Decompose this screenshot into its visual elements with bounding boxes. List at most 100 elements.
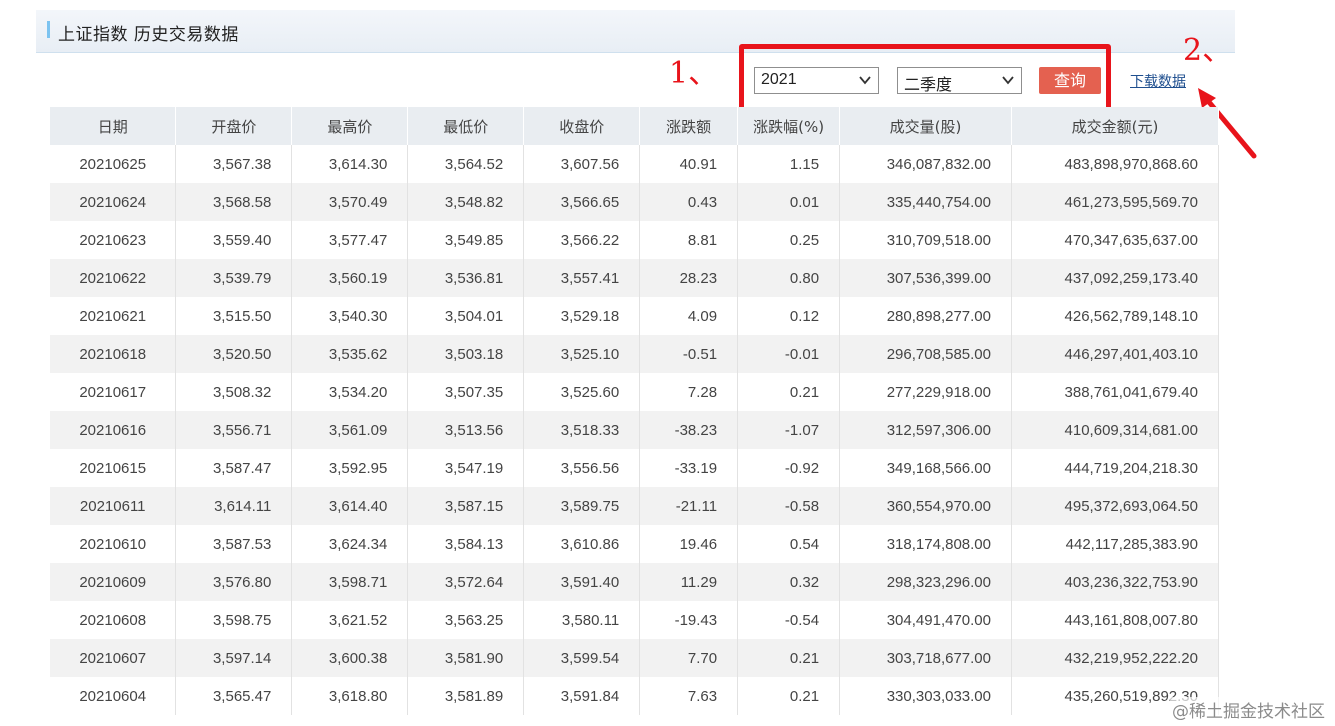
cell-volume: 349,168,566.00: [839, 449, 1012, 487]
cell-amount: 446,297,401,403.10: [1011, 335, 1219, 373]
cell-change: 40.91: [639, 145, 739, 183]
cell-high: 3,534.20: [291, 373, 409, 411]
cell-volume: 318,174,808.00: [839, 525, 1012, 563]
cell-high: 3,561.09: [291, 411, 409, 449]
cell-amount: 432,219,952,222.20: [1011, 639, 1219, 677]
cell-change-pct: 0.01: [737, 183, 841, 221]
cell-change-pct: 0.21: [737, 373, 841, 411]
cell-amount: 410,609,314,681.00: [1011, 411, 1219, 449]
cell-volume: 298,323,296.00: [839, 563, 1012, 601]
cell-date: 20210624: [50, 183, 177, 221]
table-row: 20210621 3,515.50 3,540.30 3,504.01 3,529.18…: [50, 297, 1219, 335]
cell-low: 3,564.52: [407, 145, 525, 183]
table-row: 20210610 3,587.53 3,624.34 3,584.13 3,610.86…: [50, 525, 1219, 563]
cell-date: 20210623: [50, 221, 177, 259]
cell-change: -33.19: [639, 449, 739, 487]
cell-date: 20210609: [50, 563, 177, 601]
cell-amount: 388,761,041,679.40: [1011, 373, 1219, 411]
table-row: 20210608 3,598.75 3,621.52 3,563.25 3,580.11…: [50, 601, 1219, 639]
cell-volume: 346,087,832.00: [839, 145, 1012, 183]
table-row: 20210618 3,520.50 3,535.62 3,503.18 3,525.10…: [50, 335, 1219, 373]
cell-change-pct: 0.25: [737, 221, 841, 259]
cell-high: 3,535.62: [291, 335, 409, 373]
cell-close: 3,607.56: [523, 145, 641, 183]
cell-high: 3,624.34: [291, 525, 409, 563]
cell-low: 3,536.81: [407, 259, 525, 297]
table-row: 20210623 3,559.40 3,577.47 3,549.85 3,566.22…: [50, 221, 1219, 259]
watermark: @稀土掘金技术社区: [1170, 697, 1327, 722]
year-select[interactable]: 2021: [754, 67, 879, 94]
cell-low: 3,563.25: [407, 601, 525, 639]
cell-volume: 307,536,399.00: [839, 259, 1012, 297]
cell-change: 0.43: [639, 183, 739, 221]
cell-change-pct: 0.12: [737, 297, 841, 335]
query-button[interactable]: 查询: [1039, 67, 1101, 94]
trading-history-table: 日期 开盘价 最高价 最低价 收盘价 涨跌额 涨跌幅(%) 成交量(股) 成交金…: [50, 107, 1219, 715]
cell-change: 7.70: [639, 639, 739, 677]
cell-high: 3,621.52: [291, 601, 409, 639]
cell-low: 3,587.15: [407, 487, 525, 525]
cell-volume: 304,491,470.00: [839, 601, 1012, 639]
table-row: 20210615 3,587.47 3,592.95 3,547.19 3,556.56…: [50, 449, 1219, 487]
cell-change-pct: -0.54: [737, 601, 841, 639]
table-header-row: 日期 开盘价 最高价 最低价 收盘价 涨跌额 涨跌幅(%) 成交量(股) 成交金…: [50, 107, 1219, 145]
table-row: 20210609 3,576.80 3,598.71 3,572.64 3,591.40…: [50, 563, 1219, 601]
cell-high: 3,540.30: [291, 297, 409, 335]
cell-volume: 360,554,970.00: [839, 487, 1012, 525]
quarter-select[interactable]: 二季度: [897, 67, 1022, 94]
cell-volume: 312,597,306.00: [839, 411, 1012, 449]
cell-date: 20210611: [50, 487, 177, 525]
cell-date: 20210615: [50, 449, 177, 487]
cell-low: 3,581.90: [407, 639, 525, 677]
cell-change-pct: 0.21: [737, 639, 841, 677]
cell-volume: 310,709,518.00: [839, 221, 1012, 259]
cell-low: 3,507.35: [407, 373, 525, 411]
table-row: 20210607 3,597.14 3,600.38 3,581.90 3,599.54…: [50, 639, 1219, 677]
cell-change: 11.29: [639, 563, 739, 601]
cell-change-pct: -1.07: [737, 411, 841, 449]
cell-close: 3,589.75: [523, 487, 641, 525]
download-data-link[interactable]: 下载数据: [1130, 71, 1186, 91]
cell-low: 3,513.56: [407, 411, 525, 449]
cell-change: 7.63: [639, 677, 739, 715]
column-header-open: 开盘价: [175, 107, 293, 145]
cell-open: 3,520.50: [175, 335, 293, 373]
cell-high: 3,614.40: [291, 487, 409, 525]
cell-close: 3,529.18: [523, 297, 641, 335]
cell-change-pct: 0.54: [737, 525, 841, 563]
cell-change: 7.28: [639, 373, 739, 411]
cell-close: 3,525.60: [523, 373, 641, 411]
column-header-change: 涨跌额: [639, 107, 739, 145]
cell-amount: 437,092,259,173.40: [1011, 259, 1219, 297]
cell-date: 20210625: [50, 145, 177, 183]
cell-low: 3,549.85: [407, 221, 525, 259]
table-row: 20210625 3,567.38 3,614.30 3,564.52 3,607.56…: [50, 145, 1219, 183]
table-row: 20210622 3,539.79 3,560.19 3,536.81 3,557.41…: [50, 259, 1219, 297]
cell-high: 3,598.71: [291, 563, 409, 601]
cell-date: 20210616: [50, 411, 177, 449]
quarter-select-value: 二季度: [904, 77, 953, 94]
cell-low: 3,584.13: [407, 525, 525, 563]
cell-change-pct: 0.21: [737, 677, 841, 715]
cell-volume: 335,440,754.00: [839, 183, 1012, 221]
cell-change: -38.23: [639, 411, 739, 449]
cell-high: 3,577.47: [291, 221, 409, 259]
cell-change: 28.23: [639, 259, 739, 297]
page-title: 上证指数 历史交易数据: [58, 25, 239, 45]
cell-open: 3,567.38: [175, 145, 293, 183]
cell-volume: 277,229,918.00: [839, 373, 1012, 411]
cell-date: 20210618: [50, 335, 177, 373]
chevron-down-icon: [1002, 76, 1014, 85]
cell-high: 3,570.49: [291, 183, 409, 221]
annotation-step-2: 2、: [1183, 33, 1233, 68]
cell-amount: 470,347,635,637.00: [1011, 221, 1219, 259]
cell-change: -21.11: [639, 487, 739, 525]
cell-date: 20210610: [50, 525, 177, 563]
cell-change-pct: 0.80: [737, 259, 841, 297]
cell-open: 3,565.47: [175, 677, 293, 715]
cell-change: 4.09: [639, 297, 739, 335]
cell-open: 3,568.58: [175, 183, 293, 221]
cell-close: 3,525.10: [523, 335, 641, 373]
cell-date: 20210607: [50, 639, 177, 677]
cell-volume: 303,718,677.00: [839, 639, 1012, 677]
